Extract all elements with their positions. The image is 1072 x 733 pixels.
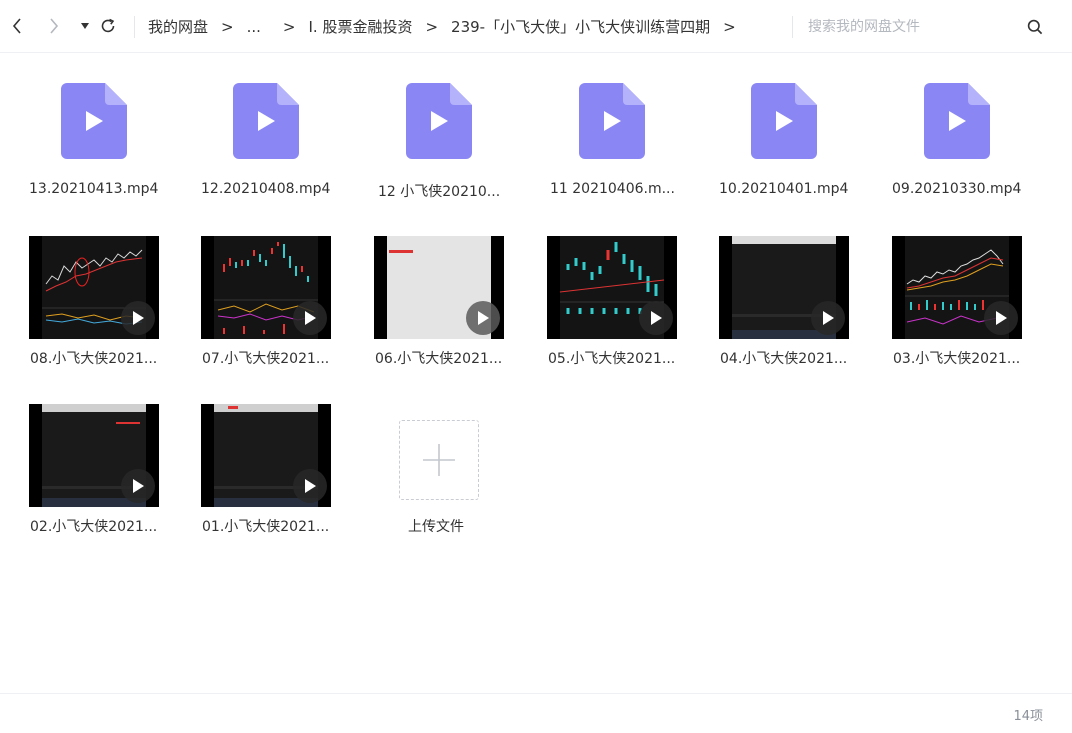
video-thumbnail (29, 236, 159, 339)
file-tile[interactable]: 11 20210406.m... (547, 83, 719, 243)
file-tile[interactable]: 01.小飞大侠2021... (201, 404, 373, 564)
file-name: 13.20210413.mp4 (29, 181, 159, 197)
breadcrumb-item-ellipsis[interactable]: ... (247, 18, 261, 36)
play-icon (811, 301, 845, 335)
file-tile[interactable]: 03.小飞大侠2021... (892, 236, 1064, 396)
video-thumbnail (201, 236, 331, 339)
file-name: 09.20210330.mp4 (892, 181, 1022, 197)
video-thumbnail (374, 236, 504, 339)
breadcrumb-separator: > (221, 17, 234, 36)
breadcrumb-separator: > (723, 17, 736, 36)
video-thumbnail (719, 236, 849, 339)
history-dropdown-button[interactable] (76, 16, 94, 36)
file-tile[interactable]: 09.20210330.mp4 (892, 83, 1064, 243)
file-tile[interactable]: 10.20210401.mp4 (719, 83, 891, 243)
chevron-right-icon (50, 18, 59, 34)
video-thumbnail (892, 236, 1022, 339)
toolbar-divider (134, 16, 135, 38)
video-file-icon (61, 83, 127, 159)
file-name: 03.小飞大侠2021... (893, 351, 1021, 367)
breadcrumb-separator: > (282, 17, 296, 36)
file-name: 02.小飞大侠2021... (30, 519, 158, 535)
file-name: 12 小飞侠20210... (378, 184, 501, 200)
play-icon (639, 301, 673, 335)
file-tile[interactable]: 12 小飞侠20210... (374, 83, 546, 243)
file-name: 01.小飞大侠2021... (202, 519, 330, 535)
play-icon (293, 469, 327, 503)
breadcrumb-item-folder[interactable]: I. 股票金融投资 (308, 16, 412, 37)
video-file-icon (579, 83, 645, 159)
upload-label: 上传文件 (408, 519, 464, 535)
video-thumbnail (29, 404, 159, 507)
breadcrumb-item-root[interactable]: 我的网盘 (148, 16, 208, 37)
refresh-button[interactable] (99, 16, 117, 36)
video-thumbnail (201, 404, 331, 507)
upload-tile[interactable]: 上传文件 (374, 404, 546, 564)
file-name: 05.小飞大侠2021... (548, 351, 676, 367)
file-name: 08.小飞大侠2021... (30, 351, 158, 367)
file-tile[interactable]: 13.20210413.mp4 (29, 83, 201, 243)
video-thumbnail (547, 236, 677, 339)
search-button[interactable] (1024, 16, 1046, 38)
video-file-icon (233, 83, 299, 159)
search-icon (1027, 19, 1043, 35)
file-tile[interactable]: 02.小飞大侠2021... (29, 404, 201, 564)
plus-icon (423, 444, 455, 476)
video-file-icon (924, 83, 990, 159)
file-tile[interactable]: 06.小飞大侠2021... (374, 236, 546, 396)
forward-button[interactable] (45, 16, 63, 36)
search-divider (792, 16, 793, 38)
breadcrumb-separator: > (425, 17, 439, 36)
caret-down-icon (81, 23, 89, 29)
file-tile[interactable]: 04.小飞大侠2021... (719, 236, 891, 396)
play-icon (466, 301, 500, 335)
file-grid: 13.20210413.mp4 12.20210408.mp4 12 小飞侠20… (0, 53, 1072, 693)
file-tile[interactable]: 05.小飞大侠2021... (547, 236, 719, 396)
file-name: 11 20210406.m... (550, 181, 675, 197)
toolbar: 我的网盘 > ... > I. 股票金融投资 > 239-「小飞大侠」小飞大侠训… (0, 0, 1072, 53)
file-name: 10.20210401.mp4 (719, 181, 849, 197)
item-count: 14项 (1013, 709, 1043, 724)
status-bar: 14项 (0, 693, 1072, 733)
file-name: 04.小飞大侠2021... (720, 351, 848, 367)
file-tile[interactable]: 07.小飞大侠2021... (201, 236, 373, 396)
file-tile[interactable]: 08.小飞大侠2021... (29, 236, 201, 396)
breadcrumb: 我的网盘 > ... > I. 股票金融投资 > 239-「小飞大侠」小飞大侠训… (148, 0, 749, 53)
play-icon (121, 301, 155, 335)
play-icon (984, 301, 1018, 335)
video-file-icon (406, 83, 472, 159)
file-tile[interactable]: 12.20210408.mp4 (201, 83, 373, 243)
file-name: 12.20210408.mp4 (201, 181, 331, 197)
chevron-left-icon (12, 18, 21, 34)
video-file-icon (751, 83, 817, 159)
search-input[interactable] (808, 14, 1008, 40)
play-icon (293, 301, 327, 335)
file-name: 07.小飞大侠2021... (202, 351, 330, 367)
play-icon (121, 469, 155, 503)
file-name: 06.小飞大侠2021... (375, 351, 503, 367)
breadcrumb-item-current[interactable]: 239-「小飞大侠」小飞大侠训练营四期 (451, 16, 710, 37)
refresh-icon (101, 18, 115, 33)
upload-button[interactable] (399, 420, 479, 500)
back-button[interactable] (8, 16, 26, 36)
